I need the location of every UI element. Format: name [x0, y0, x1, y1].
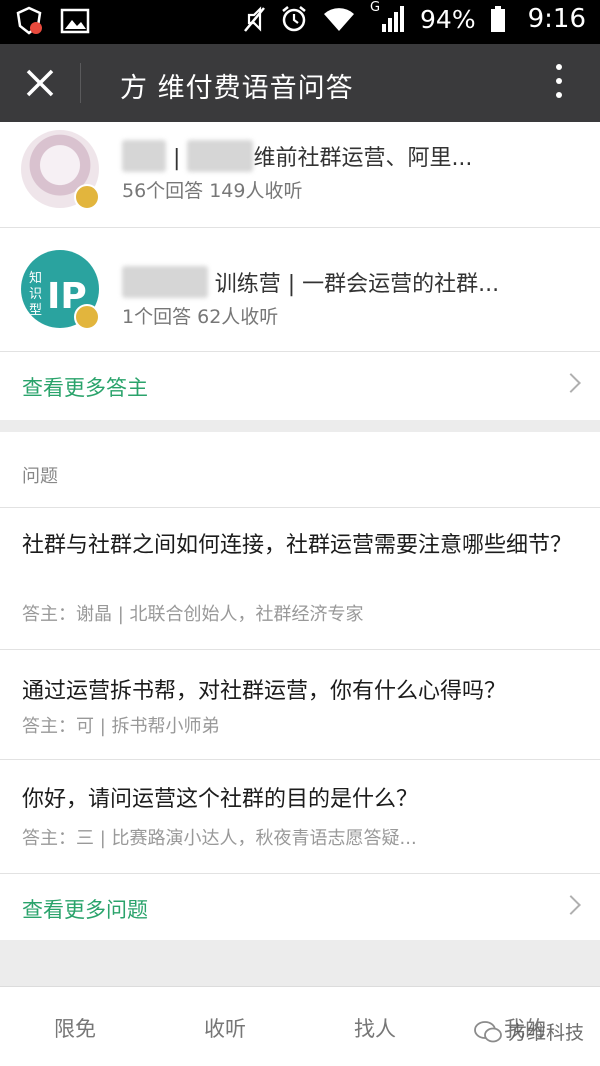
author-title: 训练营 | 一群会运营的社群...: [214, 272, 500, 297]
nav-tab-listen[interactable]: 收听: [150, 987, 300, 1066]
more-questions-label: 查看更多问题: [22, 898, 148, 922]
more-questions-link[interactable]: 查看更多问题: [0, 874, 600, 940]
question-item[interactable]: 你好，请问运营这个社群的目的是什么？ 答主：三 | 比赛路演小达人，秋夜青语志愿…: [0, 760, 600, 874]
questions-list: 问题 社群与社群之间如何连接，社群运营需要注意哪些细节？ 答主：谢晶 | 北联合…: [0, 432, 600, 940]
nav-tab-free[interactable]: 限免: [0, 987, 150, 1066]
question-title: 社群与社群之间如何连接，社群运营需要注意哪些细节？: [22, 533, 573, 558]
question-title: 你好，请问运营这个社群的目的是什么？: [22, 787, 419, 812]
verified-badge-icon: [74, 304, 100, 330]
question-item[interactable]: 社群与社群之间如何连接，社群运营需要注意哪些细节？ 答主：谢晶 | 北联合创始人…: [0, 508, 600, 650]
shield-badge-icon: [16, 6, 42, 35]
question-answerer: 答主：三 | 比赛路演小达人，秋夜青语志愿答疑...: [22, 828, 417, 849]
question-answerer: 答主：可 | 拆书帮小师弟: [22, 716, 220, 737]
mute-icon: [244, 6, 265, 32]
author-title: 维前社群运营、阿里...: [253, 146, 473, 171]
watermark-text: 方维科技: [507, 1022, 584, 1044]
svg-text:识: 识: [29, 287, 42, 302]
more-vertical-icon: [552, 64, 566, 98]
battery-level: 94%: [420, 4, 476, 34]
chevron-right-icon: [561, 895, 581, 915]
clock: 9:16: [527, 4, 586, 34]
question-title: 通过运营拆书帮，对社群运营，你有什么心得吗？: [22, 679, 507, 704]
section-header: 问题: [0, 432, 600, 508]
svg-text:型: 型: [29, 303, 42, 318]
authors-list: 梦梦 | 黑猫黑维前社群运营、阿里... 56个回答 149人收听 知 识 型 …: [0, 122, 600, 420]
more-authors-link[interactable]: 查看更多答主: [0, 352, 600, 420]
page-title: 方 维付费语音问答: [120, 73, 354, 104]
signal-icon: G: [370, 0, 406, 34]
author-name: 知识型IP 训练营 | 一群会运营的社群...: [122, 266, 499, 298]
close-icon: [26, 69, 54, 97]
main-content: 梦梦 | 黑猫黑维前社群运营、阿里... 56个回答 149人收听 知 识 型 …: [0, 122, 600, 940]
more-menu-button[interactable]: [552, 64, 566, 104]
title-divider: [80, 63, 81, 103]
author-name: 梦梦 | 黑猫黑维前社群运营、阿里...: [122, 140, 472, 172]
chevron-right-icon: [561, 373, 581, 393]
status-bar: G 94% 9:16: [0, 0, 600, 44]
author-item[interactable]: 梦梦 | 黑猫黑维前社群运营、阿里... 56个回答 149人收听: [0, 122, 600, 228]
close-button[interactable]: [20, 63, 60, 103]
svg-text:知: 知: [29, 270, 42, 286]
alarm-icon: [282, 6, 306, 32]
author-item[interactable]: 知 识 型 IP 知识型IP 训练营 | 一群会运营的社群... 1个回答 62…: [0, 228, 600, 352]
battery-icon: [490, 6, 505, 32]
image-icon: [60, 8, 90, 34]
section-title: 问题: [22, 466, 58, 487]
wifi-icon: [324, 8, 355, 31]
title-bar: 方 维付费语音问答: [0, 44, 600, 122]
question-answerer: 答主：谢晶 | 北联合创始人，社群经济专家: [22, 604, 364, 625]
wechat-icon: [474, 1020, 502, 1042]
section-gap: [0, 420, 600, 432]
more-authors-label: 查看更多答主: [22, 376, 148, 400]
question-item[interactable]: 通过运营拆书帮，对社群运营，你有什么心得吗？ 答主：可 | 拆书帮小师弟: [0, 650, 600, 760]
nav-tab-find[interactable]: 找人: [300, 987, 450, 1066]
verified-badge-icon: [74, 184, 100, 210]
watermark: 方维科技: [474, 1018, 584, 1045]
author-stats: 56个回答 149人收听: [122, 180, 303, 202]
author-stats: 1个回答 62人收听: [122, 306, 279, 328]
